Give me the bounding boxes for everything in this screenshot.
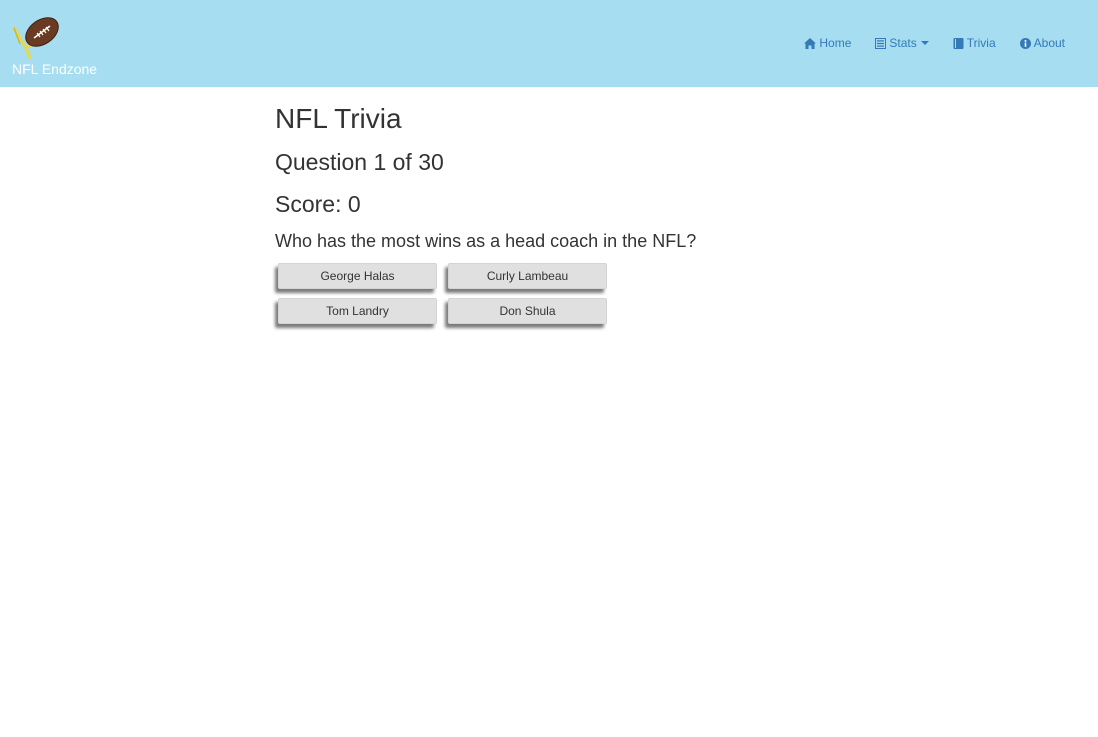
page-title: NFL Trivia — [275, 103, 402, 134]
score-display: Score: 0 — [275, 191, 361, 217]
answer-button[interactable]: Tom Landry — [278, 298, 437, 324]
book-icon — [953, 37, 964, 49]
question-text: Who has the most wins as a head coach in… — [275, 231, 697, 251]
nav-label-about: About — [1033, 36, 1065, 50]
answer-button[interactable]: George Halas — [278, 263, 437, 289]
answer-button[interactable]: Curly Lambeau — [448, 263, 607, 289]
nav-item-trivia[interactable]: Trivia — [953, 36, 996, 50]
navbar: NFL Endzone Home Stats Trivia About — [0, 0, 1098, 87]
nav-label-trivia: Trivia — [966, 36, 996, 50]
brand-name: NFL Endzone — [12, 61, 98, 77]
nav-item-about[interactable]: About — [1019, 36, 1065, 50]
info-icon — [1019, 37, 1031, 49]
answer-options: George Halas Curly Lambeau Tom Landry Do… — [275, 263, 835, 324]
home-icon — [804, 37, 817, 49]
nav-item-home[interactable]: Home — [804, 36, 851, 50]
brand-link[interactable]: NFL Endzone — [12, 12, 112, 78]
main-nav: Home Stats Trivia About — [780, 36, 1065, 50]
nav-label-stats: Stats — [889, 36, 917, 50]
answer-button[interactable]: Don Shula — [448, 298, 607, 324]
trivia-content: NFL Trivia Question 1 of 30 Score: 0 Who… — [275, 87, 835, 324]
nav-label-home: Home — [819, 36, 852, 50]
nav-item-stats[interactable]: Stats — [875, 36, 929, 50]
chevron-down-icon — [920, 41, 929, 45]
list-icon — [875, 37, 887, 49]
football-logo-icon — [12, 17, 59, 60]
question-counter: Question 1 of 30 — [275, 149, 444, 175]
